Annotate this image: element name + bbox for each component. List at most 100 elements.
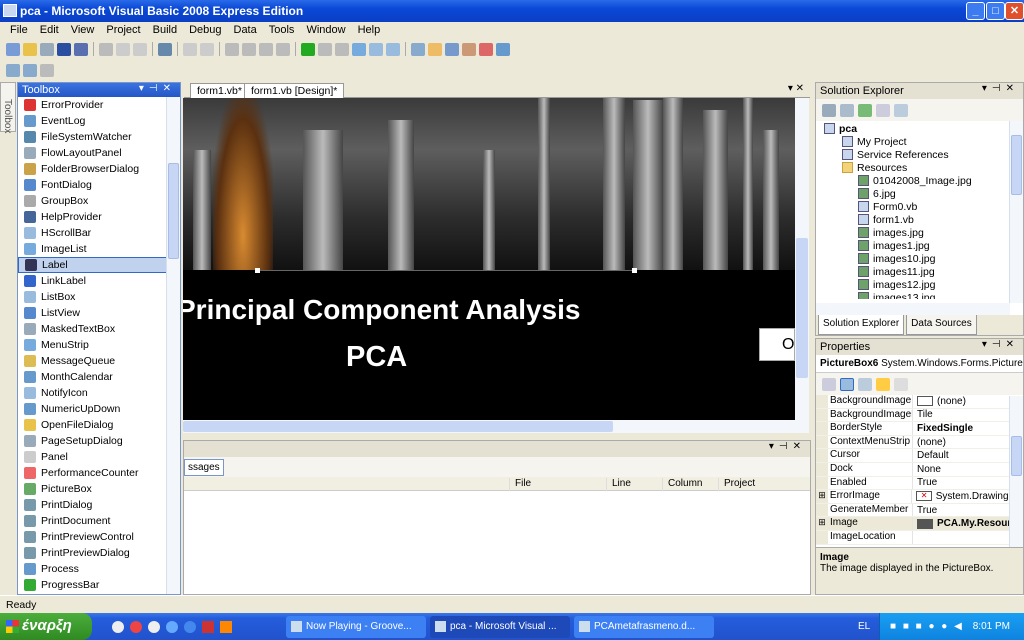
property-value[interactable]: PCA.My.Resourc xyxy=(913,517,1017,530)
panel-buttons[interactable]: ▾⊣✕ xyxy=(982,339,1019,350)
tab-form1-design[interactable]: form1.vb [Design]* xyxy=(244,83,345,98)
toolbox-item-label[interactable]: Label xyxy=(18,257,180,273)
props-vscroll[interactable] xyxy=(1009,396,1023,547)
task-now-playing[interactable]: Now Playing - Groove... xyxy=(286,615,426,638)
toolbar-button-icon[interactable] xyxy=(116,42,130,56)
toolbar-button-icon[interactable] xyxy=(6,42,20,56)
property-pages-icon[interactable] xyxy=(894,377,908,391)
toolbox-item-maskedtextbox[interactable]: MaskedTextBox xyxy=(18,321,180,337)
tree-resource-file[interactable]: images.jpg xyxy=(824,226,1023,239)
properties-view-icon[interactable] xyxy=(858,377,872,391)
toolbox-item-flowlayoutpanel[interactable]: FlowLayoutPanel xyxy=(18,145,180,161)
resize-handle[interactable] xyxy=(255,268,260,273)
form-button[interactable]: O xyxy=(759,328,795,361)
toolbox-item-picturebox[interactable]: PictureBox xyxy=(18,481,180,497)
toolbox-item-printpreviewdialog[interactable]: PrintPreviewDialog xyxy=(18,545,180,561)
layout-button-icon[interactable] xyxy=(40,63,54,77)
close-button[interactable]: ✕ xyxy=(1005,2,1024,20)
toolbar-button-icon[interactable] xyxy=(242,42,256,56)
toolbox-item-monthcalendar[interactable]: MonthCalendar xyxy=(18,369,180,385)
tree-resource-file[interactable]: images1.jpg xyxy=(824,239,1023,252)
refresh-icon[interactable] xyxy=(858,103,872,117)
tree-resource-file[interactable]: 01042008_Image.jpg xyxy=(824,174,1023,187)
toolbox-item-pagesetupdialog[interactable]: PageSetupDialog xyxy=(18,433,180,449)
toolbar-button-icon[interactable] xyxy=(99,42,113,56)
toolbox-item-printdocument[interactable]: PrintDocument xyxy=(18,513,180,529)
property-value[interactable]: None xyxy=(913,463,941,476)
toolbar-button-icon[interactable] xyxy=(335,42,349,56)
view-designer-icon[interactable] xyxy=(894,103,908,117)
view-code-icon[interactable] xyxy=(876,103,890,117)
property-value[interactable] xyxy=(913,531,917,544)
expand-icon[interactable]: ⊞ xyxy=(816,517,828,530)
toolbar-button-icon[interactable] xyxy=(225,42,239,56)
tree-resource-file[interactable]: images12.jpg xyxy=(824,278,1023,291)
resize-handle[interactable] xyxy=(632,268,637,273)
events-icon[interactable] xyxy=(876,377,890,391)
minimize-button[interactable]: _ xyxy=(966,2,985,20)
property-row[interactable]: Enabled True xyxy=(816,476,1023,491)
toolbar-button-icon[interactable] xyxy=(445,42,459,56)
tree-vscroll[interactable] xyxy=(1009,121,1023,303)
quicklaunch-icon[interactable] xyxy=(130,620,142,633)
tree-resource-file[interactable]: images10.jpg xyxy=(824,252,1023,265)
ie-icon[interactable] xyxy=(166,620,178,633)
menu-project[interactable]: Project xyxy=(100,22,146,39)
menu-debug[interactable]: Debug xyxy=(183,22,227,39)
toolbox-item-imagelist[interactable]: ImageList xyxy=(18,241,180,257)
toolbar-button-icon[interactable] xyxy=(200,42,214,56)
toolbox-scrollbar[interactable] xyxy=(166,97,180,594)
tab-data-sources[interactable]: Data Sources xyxy=(906,315,977,335)
tree-resource-file[interactable]: images11.jpg xyxy=(824,265,1023,278)
object-selector[interactable]: PictureBox6 System.Windows.Forms.Picture… xyxy=(816,355,1023,373)
clock[interactable]: 8:01 PM xyxy=(973,621,1010,632)
toolbox-item-errorprovider[interactable]: ErrorProvider xyxy=(18,97,180,113)
toolbox-item-helpprovider[interactable]: HelpProvider xyxy=(18,209,180,225)
tabs-menu-close[interactable]: ▾ ✕ xyxy=(788,83,804,94)
col-file[interactable]: File xyxy=(509,478,531,491)
menu-file[interactable]: File xyxy=(4,22,34,39)
property-row[interactable]: GenerateMember True xyxy=(816,503,1023,518)
quicklaunch-icon[interactable] xyxy=(202,620,214,633)
toolbox-item-linklabel[interactable]: LinkLabel xyxy=(18,273,180,289)
toolbar-button-icon[interactable] xyxy=(57,42,71,56)
layout-button-icon[interactable] xyxy=(23,63,37,77)
toolbox-item-fontdialog[interactable]: FontDialog xyxy=(18,177,180,193)
task-document[interactable]: PCAmetafrasmeno.d... xyxy=(574,615,714,638)
panel-buttons[interactable]: ▾⊣✕ xyxy=(769,441,806,452)
toolbar-button-icon[interactable] xyxy=(386,42,400,56)
toolbar-button-icon[interactable] xyxy=(183,42,197,56)
layout-button-icon[interactable] xyxy=(6,63,20,77)
toolbox-item-hscrollbar[interactable]: HScrollBar xyxy=(18,225,180,241)
toolbar-button-icon[interactable] xyxy=(40,42,54,56)
tree-resource-file[interactable]: form1.vb xyxy=(824,213,1023,226)
panel-buttons[interactable]: ▾⊣✕ xyxy=(139,83,176,94)
property-value[interactable]: Default xyxy=(913,449,949,462)
toolbar-button-icon[interactable] xyxy=(411,42,425,56)
property-row[interactable]: BackgroundImage (none) xyxy=(816,395,1023,409)
toolbox-item-printpreviewcontrol[interactable]: PrintPreviewControl xyxy=(18,529,180,545)
tree-resource-file[interactable]: images13.jpg xyxy=(824,291,1023,299)
property-value[interactable]: True xyxy=(913,504,937,517)
designer-hscroll[interactable] xyxy=(183,420,809,433)
property-row[interactable]: ImageLocation xyxy=(816,530,1023,545)
toolbar-button-icon[interactable] xyxy=(496,42,510,56)
tree-service-references[interactable]: Service References xyxy=(824,148,1023,161)
tree-project[interactable]: pca xyxy=(824,122,1023,135)
toolbar-button-icon[interactable] xyxy=(276,42,290,56)
toolbar-button-icon[interactable] xyxy=(369,42,383,56)
alphabetical-icon[interactable] xyxy=(840,377,854,391)
toolbox-item-printdialog[interactable]: PrintDialog xyxy=(18,497,180,513)
quicklaunch-icon[interactable] xyxy=(112,620,124,633)
toolbar-button-icon[interactable] xyxy=(23,42,37,56)
designer-vscroll[interactable] xyxy=(795,98,809,420)
menu-build[interactable]: Build xyxy=(147,22,183,39)
maximize-button[interactable]: □ xyxy=(986,2,1005,20)
menu-window[interactable]: Window xyxy=(300,22,351,39)
expand-icon[interactable]: ⊞ xyxy=(816,490,828,503)
property-row[interactable]: ContextMenuStrip (none) xyxy=(816,435,1023,450)
toolbar-button-icon[interactable] xyxy=(259,42,273,56)
toolbox-item-filesystemwatcher[interactable]: FileSystemWatcher xyxy=(18,129,180,145)
toolbox-item-folderbrowserdialog[interactable]: FolderBrowserDialog xyxy=(18,161,180,177)
tree-my-project[interactable]: My Project xyxy=(824,135,1023,148)
